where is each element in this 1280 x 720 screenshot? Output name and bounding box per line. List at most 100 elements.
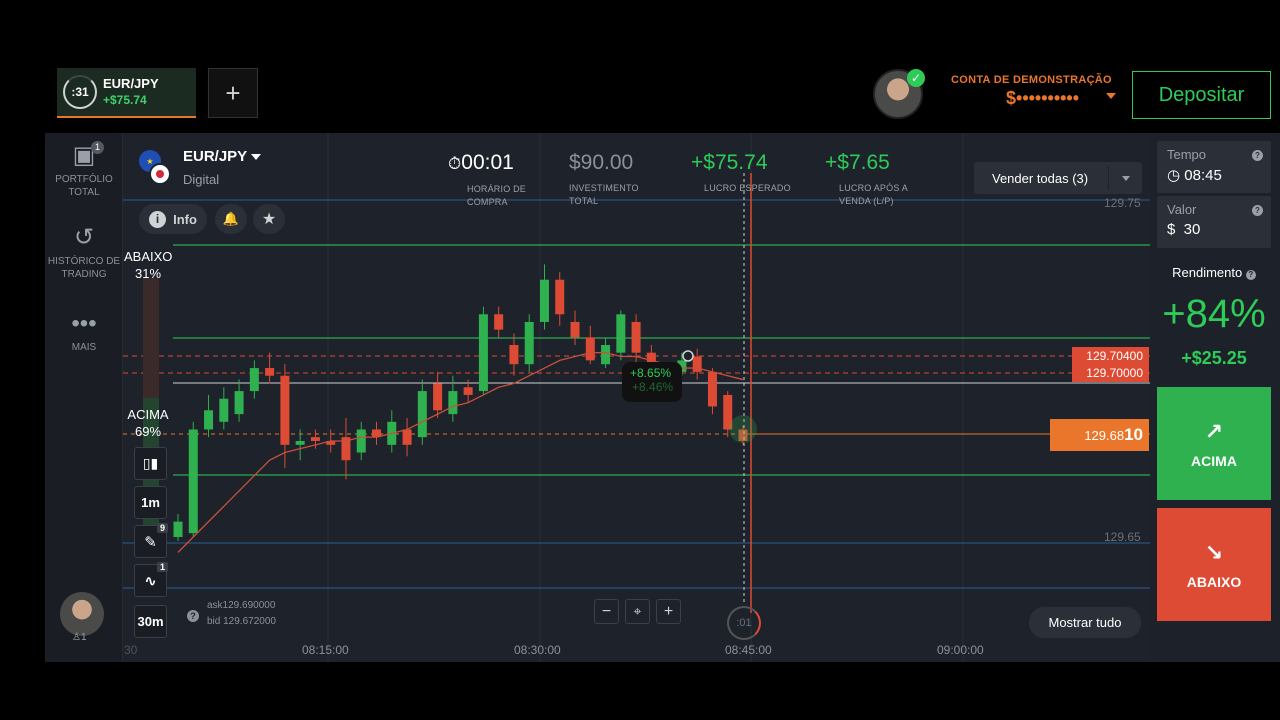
- field-value[interactable]: $ 30: [1167, 221, 1261, 238]
- clock-icon: ◷: [1167, 167, 1181, 184]
- candle-body: [417, 391, 427, 438]
- chart-type-button[interactable]: ▯▮: [134, 447, 167, 480]
- buy-up-button[interactable]: ↗ ACIMA: [1157, 387, 1271, 500]
- sentiment-down-label: ABAIXO: [124, 249, 173, 264]
- info-icon: i: [149, 210, 167, 228]
- amount-field[interactable]: Valor $ 30 ?: [1157, 196, 1271, 248]
- candle-body: [433, 383, 443, 411]
- countdown-timer: :31: [63, 75, 97, 109]
- candle-body: [173, 521, 183, 537]
- candle-body: [463, 387, 473, 395]
- chat-user-count: ♙1: [72, 632, 87, 643]
- candle-body: [524, 321, 534, 365]
- asset-tab-profit: +$75.74: [103, 93, 147, 107]
- time-axis-label: 08:30:00: [514, 643, 561, 657]
- field-value: 08:45: [1184, 167, 1222, 184]
- account-balance[interactable]: $••••••••••: [1006, 88, 1079, 109]
- help-icon[interactable]: ?: [1245, 270, 1256, 280]
- buy-up-label: ACIMA: [1191, 452, 1237, 469]
- candle-body: [234, 391, 244, 415]
- candle-body: [265, 368, 275, 376]
- sell-all-button[interactable]: Vender todas (3): [974, 162, 1142, 194]
- zoom-in-button[interactable]: +: [656, 599, 681, 624]
- order-price-tag-b: 129.70000: [1072, 364, 1149, 382]
- stat-value: $90.00: [569, 151, 634, 174]
- plus-icon: +: [663, 602, 674, 620]
- sidebar-item-label: MAIS: [71, 342, 97, 353]
- sidebar-item-label: HISTÓRICO DE TRADING: [47, 256, 121, 280]
- divider: [1108, 166, 1109, 190]
- bid-price: bid 129.672000: [207, 616, 276, 627]
- candle-body: [692, 356, 702, 372]
- sidebar-item-more[interactable]: ••• MAIS: [45, 311, 123, 354]
- chevron-down-icon[interactable]: [1122, 176, 1130, 181]
- ask-price: ask129.690000: [207, 600, 276, 611]
- add-asset-button[interactable]: +: [208, 68, 258, 118]
- current-price-main: 129.68: [1084, 427, 1125, 443]
- stat-label: HORÁRIO DE COMPRA: [467, 184, 527, 207]
- sidebar-item-history[interactable]: ↺ HISTÓRICO DE TRADING: [45, 225, 123, 281]
- center-chart-button[interactable]: ⌖: [625, 599, 650, 624]
- buy-down-button[interactable]: ↘ ABAIXO: [1157, 508, 1271, 621]
- favorite-button[interactable]: ★: [253, 204, 285, 234]
- candle-body: [585, 337, 595, 361]
- currency-flags: ★: [139, 150, 171, 185]
- stat-value: +$7.65: [825, 151, 890, 174]
- candle-body: [601, 345, 611, 365]
- help-icon[interactable]: ?: [187, 610, 199, 622]
- stopwatch-icon: ⏱: [448, 154, 462, 173]
- portfolio-count-badge: 1: [91, 141, 105, 154]
- expiry-time-field[interactable]: Tempo ◷ 08:45 ?: [1157, 141, 1271, 193]
- alerts-button[interactable]: 🔔: [215, 204, 247, 234]
- candle-body: [310, 437, 320, 441]
- period-button[interactable]: 30m: [134, 605, 167, 638]
- sentiment-up-label: ACIMA: [127, 407, 169, 422]
- current-price-glow: [729, 415, 757, 443]
- yield-label: Rendimento ?: [1157, 265, 1271, 280]
- chat-avatar[interactable]: [60, 592, 104, 636]
- price-tick-top: 129.75: [1104, 196, 1141, 210]
- asset-type: Digital: [183, 172, 220, 187]
- sidebar-item-label: PORTFÓLIO TOTAL: [55, 174, 113, 198]
- help-icon[interactable]: ?: [1252, 205, 1263, 216]
- crosshair-icon: ⌖: [633, 603, 642, 619]
- drawing-tools-button[interactable]: ✎ 9: [134, 523, 168, 558]
- sentiment-bar-down: [143, 278, 159, 398]
- star-icon: ★: [261, 211, 277, 228]
- candle-body: [539, 279, 549, 322]
- candlestick-icon: ▯▮: [142, 455, 159, 471]
- asset-pair-name[interactable]: EUR/JPY: [183, 148, 247, 165]
- verified-check-icon: ✓: [907, 69, 925, 87]
- help-icon[interactable]: ?: [1252, 150, 1263, 161]
- time-axis-label: 08:15:00: [302, 643, 349, 657]
- yield-percent: +84%: [1162, 292, 1266, 336]
- account-type-label[interactable]: CONTA DE DEMONSTRAÇÃO: [951, 74, 1112, 86]
- user-avatar[interactable]: ✓: [873, 69, 925, 119]
- deposit-button[interactable]: Depositar: [1132, 71, 1271, 119]
- stat-label: INVESTIMENTO TOTAL: [569, 183, 639, 206]
- candle-body: [478, 314, 488, 392]
- sell-all-label: Vender todas (3): [992, 170, 1089, 186]
- candle-body: [494, 314, 504, 330]
- sidebar-item-portfolio[interactable]: ▣ 1 PORTFÓLIO TOTAL: [45, 141, 123, 199]
- candle-body: [555, 279, 565, 315]
- investment-stat: $90.00 INVESTIMENTO TOTAL: [569, 150, 659, 208]
- period-label: 30m: [137, 614, 164, 629]
- expected-profit-stat: +$75.74 LUCRO ESPERADO: [691, 150, 814, 195]
- sentiment-up: ACIMA 69%: [124, 406, 172, 440]
- candle-body: [631, 321, 641, 353]
- account-dropdown-caret-icon[interactable]: [1106, 93, 1116, 99]
- indicators-button[interactable]: ∿ 1: [134, 562, 168, 597]
- stat-label: LUCRO APÓS A VENDA (L/P): [839, 183, 908, 206]
- trade-profit-front: +8.65%: [630, 366, 672, 380]
- zoom-out-button[interactable]: −: [594, 599, 619, 624]
- purchase-time-stat: ⏱00:01 HORÁRIO DE COMPRA: [448, 150, 537, 209]
- active-asset-tab[interactable]: :31 EUR/JPY +$75.74: [57, 68, 196, 118]
- candle-body: [448, 391, 458, 415]
- current-price-tag: 129.68 10: [1050, 419, 1149, 451]
- more-icon: •••: [71, 310, 97, 337]
- info-button[interactable]: i Info: [139, 204, 207, 234]
- show-all-button[interactable]: Mostrar tudo: [1029, 607, 1141, 638]
- chevron-down-icon[interactable]: [251, 154, 261, 160]
- timeframe-button[interactable]: 1m: [134, 486, 167, 519]
